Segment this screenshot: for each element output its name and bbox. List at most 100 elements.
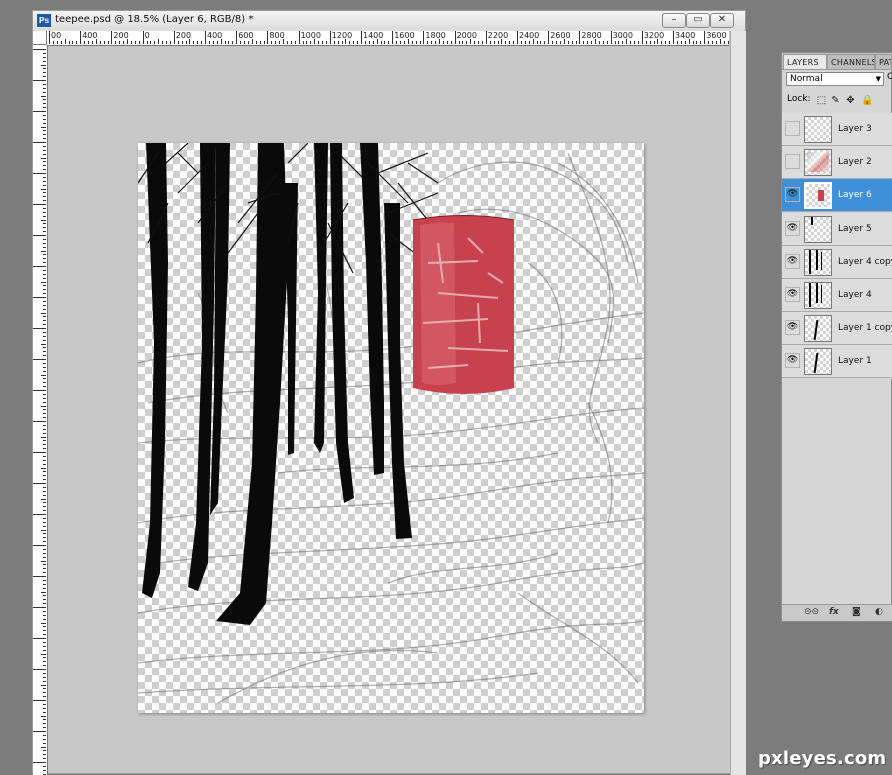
ruler-minor-tick (43, 750, 46, 752)
horizontal-ruler[interactable]: 00 400 200 0 200 400 600 800 1000 1200 1400 1600 180… (47, 31, 729, 46)
ruler-minor-tick (212, 41, 214, 44)
ruler-minor-tick (458, 41, 460, 44)
ruler-minor-tick (43, 572, 46, 574)
ruler-minor-tick (177, 41, 179, 44)
visibility-eye-icon[interactable] (785, 154, 800, 170)
tab-channels[interactable]: CHANNELS (827, 54, 875, 69)
ruler-minor-tick (715, 41, 717, 44)
restore-icon[interactable]: ▭ (686, 13, 710, 28)
ruler-minor-tick (43, 277, 46, 279)
ruler-origin[interactable] (33, 31, 47, 45)
layer-row[interactable]: 👁 Layer 4 (782, 279, 892, 312)
layer-row[interactable]: 👁 Layer 5 (782, 212, 892, 246)
ruler-minor-tick (43, 355, 46, 357)
adjustment-icon[interactable]: ◐ (875, 607, 883, 618)
ruler-minor-tick (435, 41, 437, 44)
document-title-bar[interactable]: Ps teepee.psd @ 18.5% (Layer 6, RGB/8) *… (33, 11, 745, 32)
ruler-minor-tick (497, 41, 499, 44)
ruler-minor-tick (43, 269, 46, 271)
ruler-minor-tick (626, 39, 628, 44)
visibility-eye-icon[interactable]: 👁 (785, 220, 800, 236)
ruler-minor-tick (618, 41, 620, 44)
ruler-label: 3000 (612, 31, 633, 40)
visibility-eye-icon[interactable] (785, 121, 800, 136)
lock-image-icon[interactable]: ✎ (830, 95, 841, 106)
visibility-eye-icon[interactable]: 👁 (785, 253, 800, 269)
layer-row[interactable]: 👁 Layer 4 copy (782, 245, 892, 279)
ruler-major-tick (33, 111, 46, 112)
ruler-minor-tick (43, 56, 46, 58)
ruler-minor-tick (43, 289, 46, 291)
visibility-eye-icon[interactable]: 👁 (785, 320, 800, 336)
ruler-minor-tick (325, 41, 327, 44)
lock-transparency-icon[interactable]: ⬚ (816, 95, 827, 106)
close-icon[interactable]: ✕ (710, 13, 734, 28)
ruler-minor-tick (556, 41, 557, 44)
ruler-minor-tick (43, 610, 46, 612)
ruler-minor-tick (43, 397, 46, 399)
layer-thumbnail (804, 248, 832, 276)
ruler-minor-tick (41, 684, 46, 686)
ruler-minor-tick (72, 41, 74, 44)
ruler-label: 2400 (519, 31, 540, 40)
ruler-minor-tick (345, 39, 347, 44)
layer-row[interactable]: 👁 Layer 6 (782, 179, 892, 213)
ruler-minor-tick (524, 41, 526, 44)
ruler-minor-tick (43, 506, 46, 508)
ruler-major-tick (80, 31, 82, 44)
lock-position-icon[interactable]: ✥ (845, 95, 856, 106)
ruler-minor-tick (446, 41, 448, 44)
ruler-minor-tick (528, 41, 530, 44)
vertical-scrollbar[interactable] (730, 31, 746, 775)
red-cylinder (412, 215, 515, 394)
ruler-label: 1000 (300, 31, 321, 40)
layer-row[interactable]: 👁 Layer 1 copy 2 (782, 312, 892, 346)
ruler-minor-tick (43, 537, 46, 539)
ruler-minor-tick (43, 765, 46, 767)
ruler-major-tick (33, 390, 46, 391)
ruler-minor-tick (216, 41, 218, 44)
image-canvas[interactable] (138, 143, 644, 713)
ruler-minor-tick (43, 335, 46, 337)
ruler-minor-tick (43, 521, 46, 523)
ruler-minor-tick (43, 169, 46, 171)
ruler-minor-tick (43, 72, 46, 74)
layer-row[interactable]: Layer 2 (782, 146, 892, 180)
ruler-minor-tick (43, 661, 46, 663)
ruler-minor-tick (43, 76, 46, 78)
lock-all-icon[interactable]: 🔒 (861, 95, 873, 106)
ruler-minor-tick (43, 130, 46, 132)
ruler-minor-tick (532, 39, 534, 44)
ruler-minor-tick (271, 41, 273, 44)
link-icon[interactable]: ⊝⊝ (804, 607, 819, 618)
ruler-minor-tick (43, 60, 46, 62)
visibility-eye-icon[interactable]: 👁 (785, 353, 800, 369)
ruler-major-tick (329, 31, 331, 44)
ruler-minor-tick (99, 41, 101, 44)
ruler-major-tick (33, 607, 46, 608)
layer-row[interactable]: 👁 Layer 1 (782, 345, 892, 379)
tab-layers[interactable]: LAYERS (783, 54, 827, 69)
tab-paths[interactable]: PATHS (875, 54, 892, 69)
ruler-minor-tick (43, 114, 46, 116)
blend-mode-select[interactable]: Normal ▼ (786, 72, 884, 86)
ruler-minor-tick (130, 41, 132, 44)
minimize-icon[interactable]: – (662, 13, 686, 28)
ruler-minor-tick (43, 672, 46, 674)
ruler-minor-tick (43, 231, 46, 233)
visibility-eye-icon[interactable]: 👁 (785, 287, 800, 302)
ruler-minor-tick (43, 641, 46, 643)
ruler-major-tick (33, 576, 46, 577)
ruler-minor-tick (228, 41, 230, 44)
visibility-eye-icon[interactable]: 👁 (785, 187, 800, 203)
vertical-ruler[interactable] (33, 45, 48, 775)
fx-icon[interactable]: fx (829, 607, 839, 618)
ruler-minor-tick (520, 41, 522, 44)
layer-row[interactable]: Layer 3 (782, 113, 892, 146)
ruler-minor-tick (60, 41, 62, 44)
ruler-minor-tick (388, 41, 390, 44)
mask-icon[interactable]: ◙ (852, 607, 861, 618)
ruler-minor-tick (719, 39, 721, 44)
ruler-minor-tick (372, 41, 374, 44)
ruler-minor-tick (43, 393, 46, 395)
